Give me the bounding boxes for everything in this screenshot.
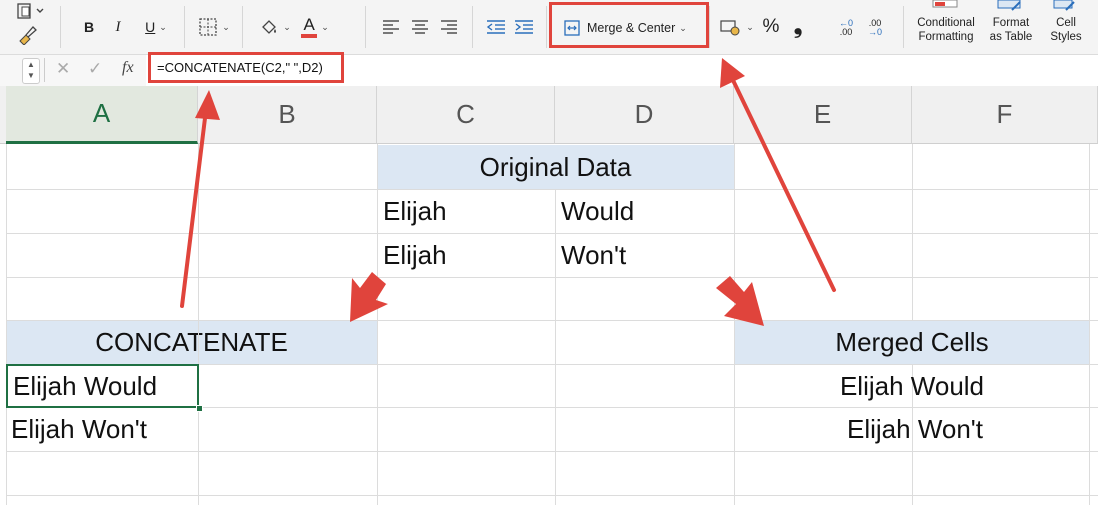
arrow-to-concatenate xyxy=(350,272,388,322)
arrow-to-merge xyxy=(728,72,836,292)
annotation-arrows xyxy=(180,58,836,326)
arrow-to-merged-cells xyxy=(716,276,764,326)
arrow-head-formula xyxy=(195,90,220,120)
arrow-to-formula xyxy=(180,108,208,308)
